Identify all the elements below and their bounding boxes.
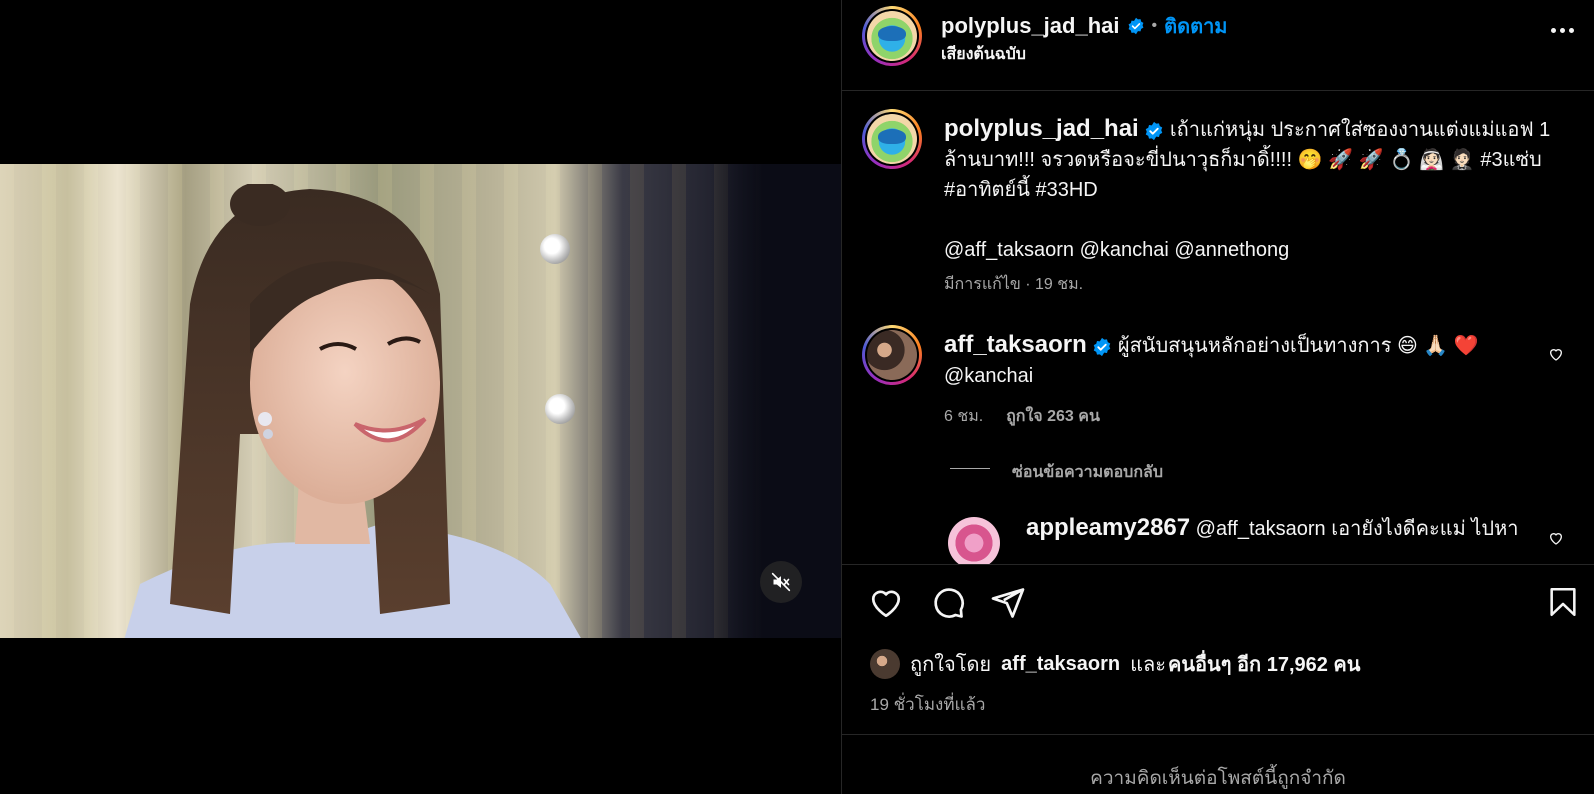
- comment-mention[interactable]: @kanchai: [944, 361, 1564, 391]
- follow-button[interactable]: ติดตาม: [1164, 10, 1227, 42]
- mute-toggle-button[interactable]: [760, 561, 802, 603]
- liked-by-user[interactable]: aff_taksaorn: [1001, 653, 1120, 676]
- comment-like-heart-icon[interactable]: [1548, 346, 1564, 362]
- liker-avatar[interactable]: [870, 649, 900, 679]
- reply-like-heart-icon[interactable]: [1548, 530, 1564, 546]
- verified-badge-icon: [1146, 121, 1163, 140]
- post-caption: polyplus_jad_hai เถ้าแก่หนุ่ม ประกาศใส่ซ…: [944, 114, 1564, 265]
- caption-username[interactable]: polyplus_jad_hai: [944, 115, 1139, 142]
- share-send-icon[interactable]: [990, 585, 1026, 621]
- more-dot-icon: [1551, 28, 1556, 33]
- reply-text: @aff_taksaorn เอายังไงดีคะแม่ ไปหา: [1195, 518, 1519, 540]
- video-person-image: [124, 184, 581, 638]
- comment-username[interactable]: aff_taksaorn: [944, 331, 1087, 358]
- muted-speaker-icon: [771, 572, 791, 592]
- original-audio-link[interactable]: เสียงต้นฉบับ: [941, 42, 1026, 67]
- comments-list[interactable]: polyplus_jad_hai เถ้าแก่หนุ่ม ประกาศใส่ซ…: [842, 92, 1594, 564]
- comment-like-count[interactable]: ถูกใจ 263 คน: [1006, 408, 1100, 425]
- comment-time: 6 ชม.: [944, 408, 984, 425]
- more-dot-icon: [1560, 28, 1565, 33]
- reply-avatar[interactable]: [948, 517, 1000, 564]
- save-bookmark-icon[interactable]: [1546, 585, 1580, 619]
- reply-item: appleamy2867 @aff_taksaorn เอายังไงดีคะแ…: [1026, 513, 1546, 544]
- header-separator: •: [1151, 17, 1158, 34]
- post-video[interactable]: [0, 164, 841, 638]
- liked-by-others[interactable]: คนอื่นๆ อีก 17,962 คน: [1168, 648, 1361, 680]
- post-side-panel: polyplus_jad_hai • ติดตาม เสียงต้นฉบับ p…: [841, 0, 1594, 794]
- liked-by-prefix: ถูกใจโดย: [910, 654, 992, 676]
- post-header: polyplus_jad_hai • ติดตาม เสียงต้นฉบับ: [842, 0, 1594, 91]
- reply-username[interactable]: appleamy2867: [1026, 514, 1190, 541]
- liked-by-and: และ: [1130, 654, 1166, 676]
- media-pane: [0, 0, 841, 794]
- likes-summary: ถูกใจโดย aff_taksaorn และ คนอื่นๆ อีก 17…: [870, 648, 1360, 680]
- comment-item: aff_taksaorn ผู้สนับสนุนหลักอย่างเป็นทาง…: [944, 330, 1564, 391]
- comment-avatar[interactable]: [862, 325, 922, 385]
- post-timestamp[interactable]: 19 ชั่วโมงที่แล้ว: [870, 691, 985, 718]
- comment-text: ผู้สนับสนุนหลักอย่างเป็นทางการ 😄 🙏🏻 ❤️: [1117, 335, 1479, 357]
- post-actions: ถูกใจโดย aff_taksaorn และ คนอื่นๆ อีก 17…: [842, 564, 1594, 734]
- author-row: polyplus_jad_hai • ติดตาม: [941, 10, 1228, 42]
- caption-mentions[interactable]: @aff_taksaorn @kanchai @annethong: [944, 235, 1564, 265]
- comment-restriction-footer: ความคิดเห็นต่อโพสต์นี้ถูกจำกัด: [842, 734, 1594, 794]
- verified-badge-icon: [1128, 17, 1143, 35]
- comments-limited-notice: ความคิดเห็นต่อโพสต์นี้ถูกจำกัด: [1090, 768, 1346, 789]
- author-username[interactable]: polyplus_jad_hai: [941, 13, 1120, 39]
- comment-bubble-icon[interactable]: [930, 585, 966, 621]
- caption-meta: มีการแก้ไข · 19 ชม.: [944, 276, 1084, 293]
- author-avatar[interactable]: [862, 6, 922, 66]
- comment-meta: 6 ชม. ถูกใจ 263 คน: [944, 404, 1100, 429]
- caption-author-avatar[interactable]: [862, 109, 922, 169]
- replies-divider: [950, 468, 990, 469]
- more-options-button[interactable]: [1551, 28, 1574, 33]
- more-dot-icon: [1569, 28, 1574, 33]
- like-heart-icon[interactable]: [868, 585, 904, 621]
- hide-replies-button[interactable]: ซ่อนข้อความตอบกลับ: [1012, 460, 1163, 485]
- verified-badge-icon: [1094, 337, 1111, 356]
